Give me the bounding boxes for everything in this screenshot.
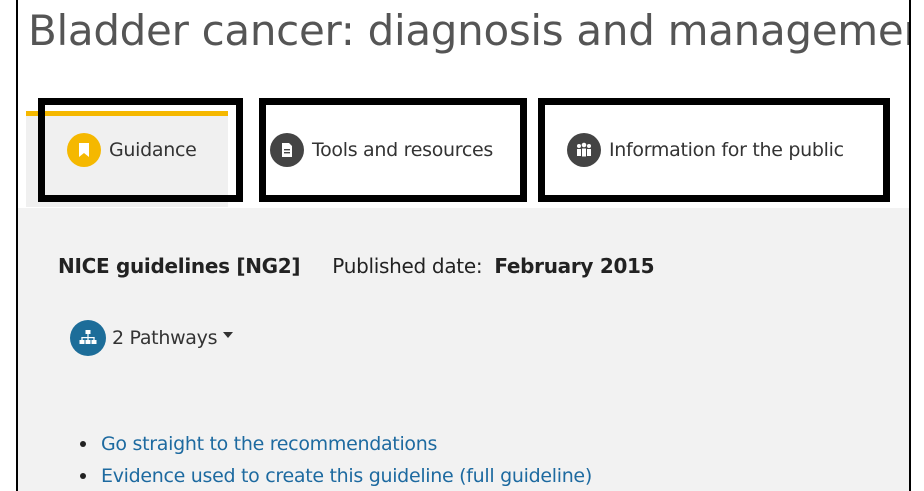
pathways-label: 2 Pathways [112,327,218,349]
tab-tools-label: Tools and resources [312,139,494,161]
full-guideline-evidence-link[interactable]: Evidence used to create this guideline (… [101,465,592,487]
people-icon [567,133,601,167]
tab-bar: Guidance Tools and resources Information… [18,88,909,210]
recommendations-link[interactable]: Go straight to the recommendations [101,433,437,455]
bullet-icon [80,441,86,447]
guidance-panel: NICE guidelines [NG2] Published date: Fe… [18,208,909,491]
published-date: February 2015 [494,254,655,278]
guideline-id: NICE guidelines [NG2] [58,254,301,278]
chevron-down-icon [223,332,234,338]
list-item: Go straight to the recommendations [80,428,592,460]
tab-information-label: Information for the public [609,139,844,161]
guideline-meta: NICE guidelines [NG2] Published date: Fe… [58,254,655,278]
tab-guidance-label: Guidance [109,139,197,161]
tab-tools-and-resources[interactable]: Tools and resources [259,98,527,202]
page-frame: Bladder cancer: diagnosis and management… [16,0,911,491]
bullet-icon [80,473,86,479]
tab-guidance[interactable]: Guidance [38,98,243,202]
hierarchy-icon [70,320,106,356]
quick-links-list: Go straight to the recommendations Evide… [80,428,592,491]
tab-information-for-public[interactable]: Information for the public [538,98,890,202]
published-date-label: Published date: [332,254,483,278]
pathways-dropdown[interactable]: 2 Pathways [70,320,234,356]
page-title: Bladder cancer: diagnosis and management [28,6,911,55]
list-item: Evidence used to create this guideline (… [80,460,592,491]
document-icon [270,133,304,167]
bookmark-icon [67,133,101,167]
